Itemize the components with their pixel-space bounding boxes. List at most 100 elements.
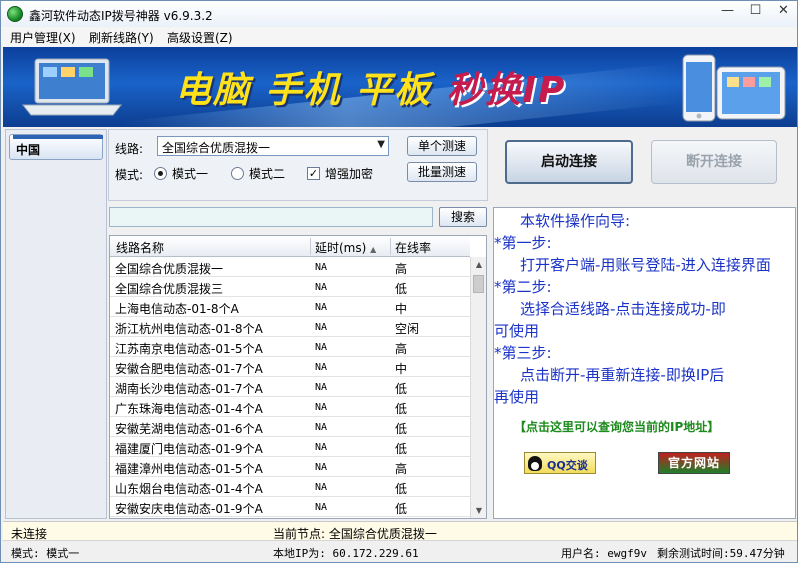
guide-step3-text-cont: 再使用 bbox=[494, 388, 540, 406]
route-name-cell: 山东烟台电信动态-01-4个A bbox=[115, 482, 263, 496]
route-name-cell: 安徽安庆电信动态-01-9个A bbox=[115, 502, 263, 516]
menu-refresh-routes[interactable]: 刷新线路(Y) bbox=[89, 29, 154, 46]
close-button[interactable]: ✕ bbox=[769, 1, 798, 23]
mode1-radio[interactable] bbox=[154, 167, 167, 180]
online-rate-cell: 空闲 bbox=[395, 322, 420, 336]
chevron-down-icon[interactable]: ▼ bbox=[377, 139, 385, 150]
table-row[interactable]: 福建厦门电信动态-01-9个A NA 低 bbox=[110, 437, 470, 457]
title-bar: 鑫河软件动态IP拨号神器 v6.9.3.2 — ☐ ✕ bbox=[1, 1, 797, 27]
promo-banner: 电脑 手机 平板 秒换IP bbox=[3, 47, 797, 127]
slogan-devices: 电脑 手机 平板 bbox=[175, 70, 433, 111]
column-divider bbox=[390, 238, 391, 255]
country-tab-china[interactable]: 中国 bbox=[9, 134, 103, 160]
scroll-down-icon[interactable]: ▼ bbox=[471, 503, 486, 518]
latency-cell: NA bbox=[315, 282, 328, 293]
column-header-latency[interactable]: 延时(ms) ▲ bbox=[315, 239, 376, 256]
table-row[interactable]: 安徽芜湖电信动态-01-6个A NA 低 bbox=[110, 417, 470, 437]
official-site-button[interactable]: 官方网站 bbox=[658, 452, 730, 474]
batch-test-button[interactable]: 批量测速 bbox=[407, 162, 477, 182]
column-header-name[interactable]: 线路名称 bbox=[116, 239, 164, 256]
qq-chat-button[interactable]: QQ交谈 bbox=[524, 452, 596, 474]
route-name-cell: 安徽合肥电信动态-01-7个A bbox=[115, 362, 263, 376]
latency-cell: NA bbox=[315, 362, 328, 373]
encrypt-checkbox[interactable]: ✓ bbox=[307, 167, 320, 180]
username: 用户名: ewgf9v bbox=[561, 547, 647, 560]
maximize-button[interactable]: ☐ bbox=[741, 1, 770, 23]
guide-step3-text: 点击断开-再重新连接-即换IP后 bbox=[520, 366, 725, 384]
country-label: 中国 bbox=[16, 143, 41, 157]
route-label: 线路: bbox=[115, 142, 144, 156]
phone-icon bbox=[682, 54, 716, 122]
route-name-cell: 浙江杭州电信动态-01-8个A bbox=[115, 322, 263, 336]
table-row[interactable]: 全国综合优质混拨三 NA 低 bbox=[110, 277, 470, 297]
online-rate-cell: 低 bbox=[395, 442, 408, 456]
single-test-button[interactable]: 单个测速 bbox=[407, 136, 477, 156]
disconnect-button[interactable]: 断开连接 bbox=[651, 140, 777, 184]
latency-cell: NA bbox=[315, 262, 328, 273]
app-window: 鑫河软件动态IP拨号神器 v6.9.3.2 — ☐ ✕ 用户管理(X) 刷新线路… bbox=[0, 0, 798, 563]
online-rate-cell: 高 bbox=[395, 462, 408, 476]
table-header: 线路名称 延时(ms) ▲ 在线率 bbox=[110, 236, 470, 257]
mode2-label: 模式二 bbox=[249, 167, 286, 181]
menu-user-management[interactable]: 用户管理(X) bbox=[10, 29, 76, 46]
online-rate-cell: 低 bbox=[395, 422, 408, 436]
table-row[interactable]: 湖南长沙电信动态-01-7个A NA 低 bbox=[110, 377, 470, 397]
mode1-label: 模式一 bbox=[172, 167, 209, 181]
table-scrollbar[interactable]: ▲ ▼ bbox=[470, 257, 486, 518]
route-name-cell: 安徽芜湖电信动态-01-6个A bbox=[115, 422, 263, 436]
sort-asc-icon: ▲ bbox=[370, 245, 377, 254]
menu-bar: 用户管理(X) 刷新线路(Y) 高级设置(Z) bbox=[1, 27, 797, 47]
latency-cell: NA bbox=[315, 482, 328, 493]
latency-cell: NA bbox=[315, 382, 328, 393]
latency-cell: NA bbox=[315, 342, 328, 353]
table-row[interactable]: 安徽合肥电信动态-01-7个A NA 中 bbox=[110, 357, 470, 377]
route-name-cell: 江苏南京电信动态-01-5个A bbox=[115, 342, 263, 356]
menu-advanced-settings[interactable]: 高级设置(Z) bbox=[167, 29, 233, 46]
mode2-radio[interactable] bbox=[231, 167, 244, 180]
table-row[interactable]: 江苏南京电信动态-01-5个A NA 高 bbox=[110, 337, 470, 357]
window-title: 鑫河软件动态IP拨号神器 v6.9.3.2 bbox=[29, 9, 213, 23]
route-select[interactable]: 全国综合优质混拨一 ▼ bbox=[157, 136, 389, 156]
search-input[interactable] bbox=[109, 207, 433, 227]
status-bar-connection: 未连接 当前节点: 全国综合优质混拨一 bbox=[3, 521, 797, 541]
qq-chat-label: QQ交谈 bbox=[547, 459, 588, 472]
minimize-button[interactable]: — bbox=[713, 1, 742, 23]
current-node: 当前节点: 全国综合优质混拨一 bbox=[273, 527, 437, 541]
online-rate-cell: 低 bbox=[395, 282, 408, 296]
slogan-switch-ip: 秒换IP bbox=[446, 70, 567, 111]
remaining-time: 剩余测试时间:59.47分钟 bbox=[657, 547, 785, 560]
table-row[interactable]: 广东珠海电信动态-01-4个A NA 低 bbox=[110, 397, 470, 417]
start-connection-button[interactable]: 启动连接 bbox=[505, 140, 633, 184]
app-logo-icon bbox=[7, 6, 23, 22]
online-rate-cell: 低 bbox=[395, 482, 408, 496]
guide-step2-text-cont: 可使用 bbox=[494, 322, 540, 340]
laptop-icon bbox=[21, 58, 123, 116]
scroll-up-icon[interactable]: ▲ bbox=[471, 257, 486, 273]
banner-slogan: 电脑 手机 平板 秒换IP bbox=[175, 61, 566, 113]
table-row[interactable]: 上海电信动态-01-8个A NA 中 bbox=[110, 297, 470, 317]
table-row[interactable]: 浙江杭州电信动态-01-8个A NA 空闲 bbox=[110, 317, 470, 337]
table-row[interactable]: 山东烟台电信动态-01-4个A NA 低 bbox=[110, 477, 470, 497]
status-mode: 模式: 模式一 bbox=[11, 547, 80, 560]
online-rate-cell: 中 bbox=[395, 302, 408, 316]
route-select-value: 全国综合优质混拨一 bbox=[162, 141, 271, 155]
latency-cell: NA bbox=[315, 402, 328, 413]
online-rate-cell: 高 bbox=[395, 262, 408, 276]
table-row[interactable]: 福建漳州电信动态-01-5个A NA 高 bbox=[110, 457, 470, 477]
scroll-thumb[interactable] bbox=[473, 275, 484, 293]
search-button[interactable]: 搜索 bbox=[439, 207, 487, 227]
check-ip-link[interactable]: 【点击这里可以查询您当前的IP地址】 bbox=[514, 418, 719, 435]
column-header-rate[interactable]: 在线率 bbox=[395, 239, 431, 256]
guide-step3-heading: *第三步: bbox=[494, 344, 552, 362]
country-tab-indicator bbox=[13, 135, 103, 139]
tablet-icon bbox=[716, 66, 786, 120]
table-row[interactable]: 全国综合优质混拨一 NA 高 bbox=[110, 257, 470, 277]
route-name-cell: 湖南长沙电信动态-01-7个A bbox=[115, 382, 263, 396]
online-rate-cell: 中 bbox=[395, 362, 408, 376]
guide-title: 本软件操作向导: bbox=[520, 212, 631, 230]
route-name-cell: 福建厦门电信动态-01-9个A bbox=[115, 442, 263, 456]
guide-step1-heading: *第一步: bbox=[494, 234, 552, 252]
encrypt-label: 增强加密 bbox=[325, 167, 374, 181]
guide-step1-text: 打开客户端-用账号登陆-进入连接界面 bbox=[520, 256, 771, 274]
table-row[interactable]: 安徽安庆电信动态-01-9个A NA 低 bbox=[110, 497, 470, 517]
